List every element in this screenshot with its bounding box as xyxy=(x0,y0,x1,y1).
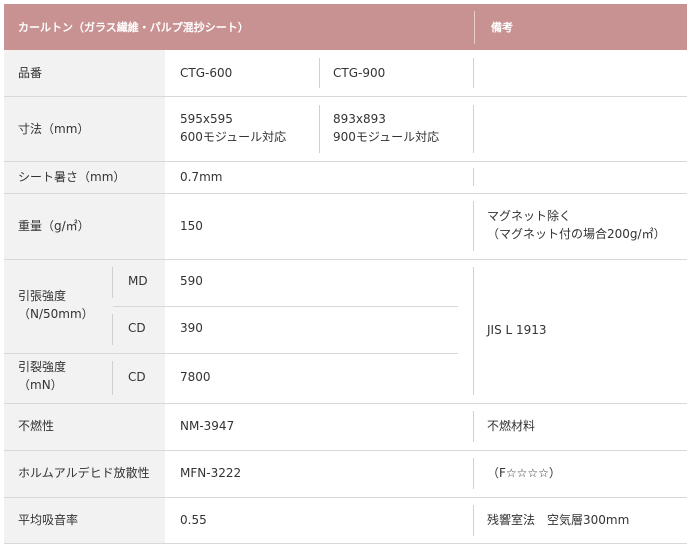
col-divider xyxy=(319,58,320,88)
header-title: カールトン（ガラス繊維・パルプ混抄シート） xyxy=(18,21,249,34)
row-divider xyxy=(4,96,687,97)
col-divider xyxy=(473,505,474,536)
col-divider xyxy=(319,105,320,153)
tear-cd-value: 7800 xyxy=(180,370,211,384)
tensile-md-label: MD xyxy=(128,274,148,288)
row-label-tear-unit: （mN） xyxy=(18,378,63,392)
formaldehyde-value: MFN-3222 xyxy=(180,466,242,480)
dimension-600-size: 595x595 xyxy=(180,112,233,126)
dimension-900-module: 900モジュール対応 xyxy=(333,130,440,144)
row-divider-partial xyxy=(113,306,458,307)
header-divider xyxy=(474,11,475,44)
table-header: カールトン（ガラス繊維・パルプ混抄シート） 備考 xyxy=(4,4,687,50)
formaldehyde-remark: （F☆☆☆☆） xyxy=(487,466,561,480)
weight-remark-line2: （マグネット付の場合200g/㎡） xyxy=(487,227,666,241)
sub-label-divider xyxy=(112,361,113,395)
row-label-tensile: 引張強度 xyxy=(18,289,67,303)
dimension-600-module: 600モジュール対応 xyxy=(180,130,287,144)
row-label-nonflammable: 不燃性 xyxy=(18,419,55,433)
row-label-hinban: 品番 xyxy=(18,66,43,80)
row-label-weight: 重量（g/㎡） xyxy=(18,219,90,233)
row-label-formaldehyde: ホルムアルデヒド放散性 xyxy=(18,466,150,480)
absorption-value: 0.55 xyxy=(180,513,207,527)
nonflammable-value: NM-3947 xyxy=(180,419,235,433)
row-label-dimensions: 寸法（mm） xyxy=(18,122,90,136)
row-divider xyxy=(4,543,687,544)
tensile-cd-value: 390 xyxy=(180,321,203,335)
weight-remark-line1: マグネット除く xyxy=(487,209,572,223)
col-divider xyxy=(473,411,474,442)
sub-label-divider xyxy=(112,267,113,298)
nonflammable-remark: 不燃材料 xyxy=(487,419,536,433)
strength-remark: JIS L 1913 xyxy=(487,323,547,337)
hinban-value-600: CTG-600 xyxy=(180,66,233,80)
row-divider xyxy=(4,450,687,451)
row-divider xyxy=(4,497,687,498)
row-divider xyxy=(4,193,687,194)
header-remarks: 備考 xyxy=(491,21,513,34)
row-divider xyxy=(4,403,687,404)
col-divider xyxy=(473,168,474,186)
absorption-remark: 残響室法 空気層300mm xyxy=(487,513,630,527)
hinban-value-900: CTG-900 xyxy=(333,66,386,80)
row-divider xyxy=(4,161,687,162)
weight-value: 150 xyxy=(180,219,203,233)
col-divider xyxy=(473,201,474,251)
row-label-tensile-unit: （N/50mm） xyxy=(18,307,94,321)
tear-cd-label: CD xyxy=(128,370,146,384)
row-divider xyxy=(4,259,687,260)
thickness-value: 0.7mm xyxy=(180,170,223,184)
row-divider-partial xyxy=(4,353,458,354)
spec-table: カールトン（ガラス繊維・パルプ混抄シート） 備考 品番 CTG-600 CTG-… xyxy=(0,0,690,547)
row-label-absorption: 平均吸音率 xyxy=(18,513,79,527)
col-divider xyxy=(473,458,474,489)
row-label-thickness: シート暑さ（mm） xyxy=(18,170,126,184)
col-divider xyxy=(473,267,474,395)
sub-label-divider xyxy=(112,314,113,345)
col-divider xyxy=(473,105,474,153)
tensile-cd-label: CD xyxy=(128,321,146,335)
col-divider xyxy=(473,58,474,88)
dimension-900-size: 893x893 xyxy=(333,112,386,126)
tensile-md-value: 590 xyxy=(180,274,203,288)
row-label-tear: 引裂強度 xyxy=(18,360,67,374)
